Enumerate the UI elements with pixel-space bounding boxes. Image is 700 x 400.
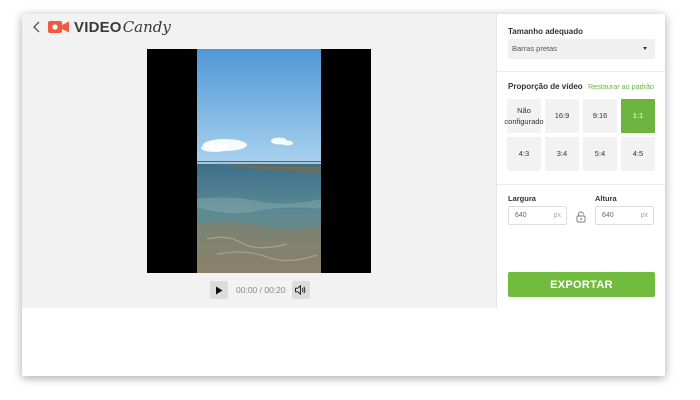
width-unit: px (553, 212, 561, 219)
time-readout: 00:00 / 00:20 (236, 285, 286, 295)
editor-area: VIDEO Candy 00:00 / 00:20 (22, 14, 496, 308)
ratio-option-5-4[interactable]: 5:4 (583, 137, 617, 171)
size-label: Tamanho adequado (508, 27, 583, 36)
divider (497, 71, 665, 72)
speaker-icon[interactable] (291, 281, 310, 299)
chevron-left-icon[interactable] (30, 20, 44, 34)
logo-text-video: VIDEO (74, 18, 122, 36)
height-label: Altura (595, 194, 617, 203)
logo-text-candy: Candy (122, 18, 171, 36)
reset-default-link[interactable]: Restaurar ao padrão (588, 82, 654, 91)
ratio-option-3-4[interactable]: 3:4 (545, 137, 579, 171)
lock-icon[interactable] (575, 210, 587, 223)
ratio-option-9-16[interactable]: 9:16 (583, 99, 617, 133)
page: VIDEO Candy 00:00 / 00:20 Tamanho adequa… (0, 0, 700, 400)
width-input[interactable]: 640 px (508, 206, 567, 225)
ratio-option-4-3[interactable]: 4:3 (507, 137, 541, 171)
export-button[interactable]: EXPORTAR (508, 272, 655, 297)
ratio-option-16-9[interactable]: 16:9 (545, 99, 579, 133)
app-window: VIDEO Candy 00:00 / 00:20 Tamanho adequa… (22, 14, 665, 376)
ratio-option-1-1[interactable]: 1:1 (621, 99, 655, 133)
logo: VIDEO Candy (48, 18, 171, 36)
player-controls: 00:00 / 00:20 (210, 280, 310, 300)
settings-panel: Tamanho adequado Barras pretas Proporção… (496, 14, 665, 308)
video-camera-icon (48, 21, 69, 33)
play-icon[interactable] (210, 281, 228, 299)
video-frame-image (197, 49, 321, 273)
video-preview (147, 49, 371, 273)
size-select[interactable]: Barras pretas (508, 39, 655, 59)
height-unit: px (640, 212, 648, 219)
size-select-value: Barras pretas (512, 44, 558, 53)
width-label: Largura (508, 194, 536, 203)
ratio-option-not-configured[interactable]: Não configurado (504, 99, 544, 133)
height-input[interactable]: 640 px (595, 206, 654, 225)
width-value: 640 (515, 212, 527, 219)
height-value: 640 (602, 212, 614, 219)
caret-down-icon (643, 47, 647, 50)
ratio-options: Não configurado 16:9 9:16 1:1 4:3 3:4 5:… (504, 99, 656, 171)
ratio-option-4-5[interactable]: 4:5 (621, 137, 655, 171)
divider (497, 184, 665, 185)
ratio-label: Proporção de vídeo (508, 82, 583, 91)
